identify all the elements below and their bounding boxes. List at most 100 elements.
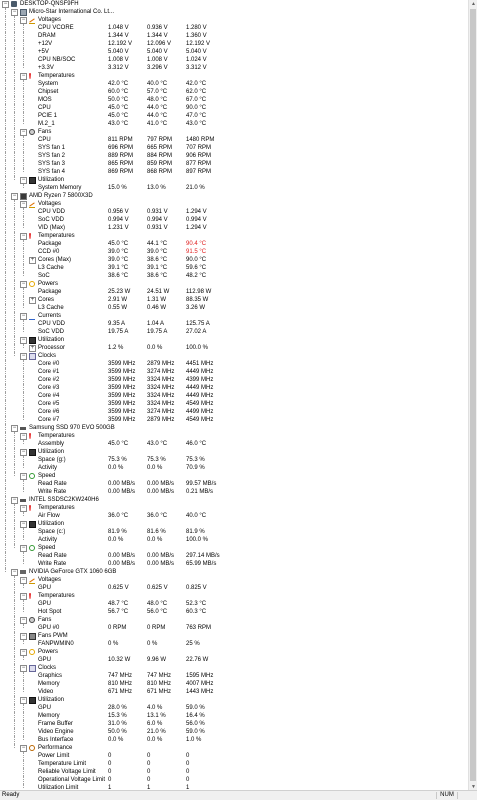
collapse-toggle[interactable]: − (20, 649, 27, 656)
sensor-row[interactable]: MOS 50.0 °C 48.0 °C 67.0 °C (0, 96, 468, 104)
collapse-toggle[interactable]: − (20, 337, 27, 344)
collapse-toggle[interactable]: − (20, 129, 27, 136)
sensor-row[interactable]: CPU NB/SOC 1.008 V 1.008 V 1.024 V (0, 56, 468, 64)
sensor-row[interactable]: Memory 15.3 % 13.1 % 16.4 % (0, 712, 468, 720)
sensor-row[interactable]: Frame Buffer 31.0 % 6.0 % 56.0 % (0, 720, 468, 728)
sensor-row[interactable]: CPU 811 RPM 797 RPM 1480 RPM (0, 136, 468, 144)
sensor-row[interactable]: Space (c:) 81.9 % 81.6 % 81.9 % (0, 528, 468, 536)
sensor-row[interactable]: Core #3 3599 MHz 3324 MHz 4449 MHz (0, 384, 468, 392)
tree-node[interactable]: − DESKTOP-QNSF9FH (0, 0, 468, 8)
collapse-toggle[interactable]: − (11, 9, 18, 16)
collapse-toggle[interactable]: − (20, 313, 27, 320)
sensor-row[interactable]: Chipset 60.0 °C 57.0 °C 62.0 °C (0, 88, 468, 96)
sensor-row[interactable]: Activity 0.0 % 0.0 % 70.9 % (0, 464, 468, 472)
collapse-toggle[interactable]: − (11, 425, 18, 432)
collapse-toggle[interactable]: − (20, 233, 27, 240)
sensor-row[interactable]: + Cores 2.91 W 1.31 W 88.35 W (0, 296, 468, 304)
sensor-row[interactable]: Package 45.0 °C 44.1 °C 90.4 °C (0, 240, 468, 248)
collapse-toggle[interactable]: − (20, 17, 27, 24)
tree-node[interactable]: − Voltages (0, 576, 468, 584)
sensor-row[interactable]: Temperature Limit 0 0 0 (0, 760, 468, 768)
sensor-row[interactable]: Core #4 3599 MHz 3324 MHz 4449 MHz (0, 392, 468, 400)
sensor-row[interactable]: Package 25.23 W 24.51 W 112.98 W (0, 288, 468, 296)
sensor-row[interactable]: PCIE 1 45.0 °C 44.0 °C 47.0 °C (0, 112, 468, 120)
collapse-toggle[interactable]: − (20, 521, 27, 528)
sensor-row[interactable]: +3.3V 3.312 V 3.296 V 3.312 V (0, 64, 468, 72)
sensor-row[interactable]: GPU #0 0 RPM 0 RPM 763 RPM (0, 624, 468, 632)
collapse-toggle[interactable]: − (20, 201, 27, 208)
tree-node[interactable]: − Clocks (0, 664, 468, 672)
collapse-toggle[interactable]: − (20, 281, 27, 288)
sensor-row[interactable]: L3 Cache 0.55 W 0.46 W 3.26 W (0, 304, 468, 312)
collapse-toggle[interactable]: − (11, 193, 18, 200)
sensor-row[interactable]: Memory 810 MHz 810 MHz 4007 MHz (0, 680, 468, 688)
sensor-row[interactable]: SYS fan 4 869 RPM 868 RPM 897 RPM (0, 168, 468, 176)
sensor-row[interactable]: Operational Voltage Limit 0 0 0 (0, 776, 468, 784)
tree-node[interactable]: − Temperatures (0, 432, 468, 440)
sensor-row[interactable]: Read Rate 0.00 MB/s 0.00 MB/s 99.57 MB/s (0, 480, 468, 488)
collapse-toggle[interactable]: − (20, 73, 27, 80)
tree-node[interactable]: − Utilization (0, 448, 468, 456)
sensor-row[interactable]: FANPWMIN0 0 % 0 % 25 % (0, 640, 468, 648)
sensor-row[interactable]: Write Rate 0.00 MB/s 0.00 MB/s 0.21 MB/s (0, 488, 468, 496)
sensor-row[interactable]: SYS fan 2 889 RPM 884 RPM 906 RPM (0, 152, 468, 160)
sensor-row[interactable]: Write Rate 0.00 MB/s 0.00 MB/s 65.99 MB/s (0, 560, 468, 568)
tree-node[interactable]: − Temperatures (0, 232, 468, 240)
sensor-row[interactable]: CPU VDD 0.956 V 0.931 V 1.294 V (0, 208, 468, 216)
collapse-toggle[interactable]: − (20, 505, 27, 512)
tree-node[interactable]: − Temperatures (0, 504, 468, 512)
collapse-toggle[interactable]: − (20, 577, 27, 584)
sensor-row[interactable]: Core #1 3599 MHz 3274 MHz 4449 MHz (0, 368, 468, 376)
tree-node[interactable]: − Performance (0, 744, 468, 752)
sensor-row[interactable]: Space (g:) 75.3 % 75.3 % 75.3 % (0, 456, 468, 464)
sensor-row[interactable]: + Processor 1.2 % 0.0 % 100.0 % (0, 344, 468, 352)
sensor-row[interactable]: Assembly 45.0 °C 43.0 °C 46.0 °C (0, 440, 468, 448)
tree-node[interactable]: − AMD Ryzen 7 5800X3D (0, 192, 468, 200)
sensor-row[interactable]: SoC VDD 0.994 V 0.994 V 0.994 V (0, 216, 468, 224)
scroll-up-arrow-icon[interactable]: ▲ (469, 0, 477, 8)
expand-toggle[interactable]: + (29, 345, 36, 352)
collapse-toggle[interactable]: − (20, 473, 27, 480)
sensor-row[interactable]: CCD #0 39.0 °C 39.0 °C 91.5 °C (0, 248, 468, 256)
sensor-row[interactable]: CPU 45.0 °C 44.0 °C 90.0 °C (0, 104, 468, 112)
sensor-row[interactable]: SoC VDD 19.75 A 19.75 A 27.02 A (0, 328, 468, 336)
collapse-toggle[interactable]: − (20, 697, 27, 704)
collapse-toggle[interactable]: − (2, 1, 9, 8)
collapse-toggle[interactable]: − (20, 633, 27, 640)
sensor-row[interactable]: Air Flow 36.0 °C 36.0 °C 40.0 °C (0, 512, 468, 520)
tree-node[interactable]: − Fans (0, 616, 468, 624)
collapse-toggle[interactable]: − (20, 745, 27, 752)
tree-node[interactable]: − Fans PWM (0, 632, 468, 640)
tree-node[interactable]: − Currents (0, 312, 468, 320)
tree-node[interactable]: − Powers (0, 648, 468, 656)
sensor-row[interactable]: +5V 5.040 V 5.040 V 5.040 V (0, 48, 468, 56)
collapse-toggle[interactable]: − (20, 617, 27, 624)
scroll-thumb[interactable] (470, 9, 476, 781)
expand-toggle[interactable]: + (29, 257, 36, 264)
sensor-row[interactable]: SoC 38.6 °C 38.6 °C 48.2 °C (0, 272, 468, 280)
sensor-row[interactable]: Video Engine 50.0 % 21.0 % 59.0 % (0, 728, 468, 736)
sensor-row[interactable]: Core #6 3599 MHz 3274 MHz 4499 MHz (0, 408, 468, 416)
sensor-row[interactable]: GPU 0.625 V 0.625 V 0.825 V (0, 584, 468, 592)
tree-node[interactable]: − Utilization (0, 336, 468, 344)
tree-node[interactable]: − Utilization (0, 696, 468, 704)
tree-node[interactable]: − Temperatures (0, 72, 468, 80)
sensor-row[interactable]: Core #7 3599 MHz 2879 MHz 4549 MHz (0, 416, 468, 424)
expand-toggle[interactable]: + (29, 297, 36, 304)
tree-node[interactable]: − Speed (0, 544, 468, 552)
sensor-row[interactable]: M.2_1 43.0 °C 41.0 °C 43.0 °C (0, 120, 468, 128)
sensor-row[interactable]: Read Rate 0.00 MB/s 0.00 MB/s 297.14 MB/s (0, 552, 468, 560)
tree-node[interactable]: − NVIDIA GeForce GTX 1060 6GB (0, 568, 468, 576)
sensor-row[interactable]: GPU 48.7 °C 48.0 °C 52.3 °C (0, 600, 468, 608)
collapse-toggle[interactable]: − (11, 497, 18, 504)
collapse-toggle[interactable]: − (20, 593, 27, 600)
sensor-row[interactable]: +12V 12.192 V 12.096 V 12.192 V (0, 40, 468, 48)
collapse-toggle[interactable]: − (11, 569, 18, 576)
tree-node[interactable]: − Voltages (0, 200, 468, 208)
sensor-row[interactable]: Activity 0.0 % 0.0 % 100.0 % (0, 536, 468, 544)
sensor-row[interactable]: GPU 28.0 % 4.0 % 59.0 % (0, 704, 468, 712)
sensor-row[interactable]: GPU 10.32 W 9.96 W 22.76 W (0, 656, 468, 664)
sensor-row[interactable]: Video 671 MHz 671 MHz 1443 MHz (0, 688, 468, 696)
sensor-row[interactable]: DRAM 1.344 V 1.344 V 1.360 V (0, 32, 468, 40)
sensor-row[interactable]: Bus Interface 0.0 % 0.0 % 1.0 % (0, 736, 468, 744)
